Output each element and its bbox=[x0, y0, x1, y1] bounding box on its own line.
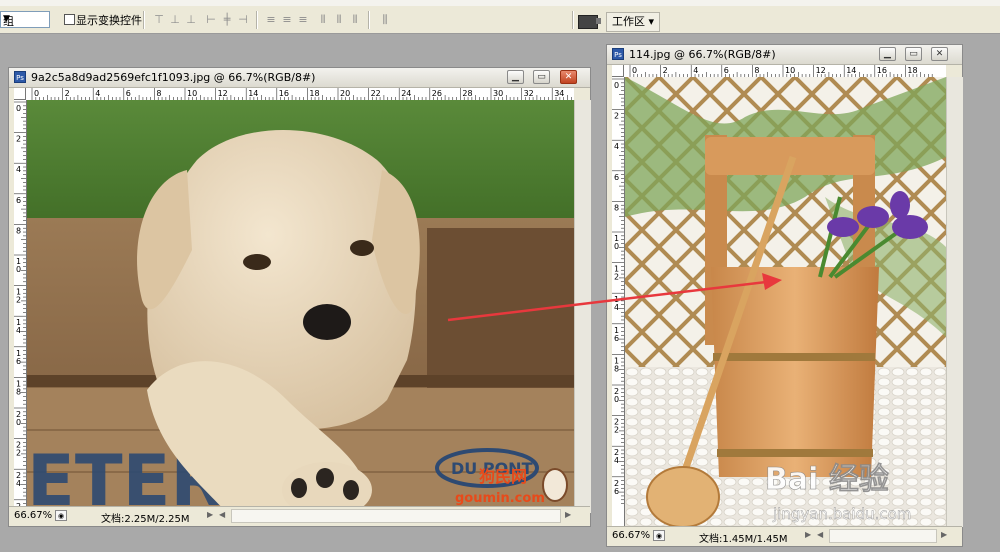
annotation-arrow bbox=[447, 273, 782, 322]
